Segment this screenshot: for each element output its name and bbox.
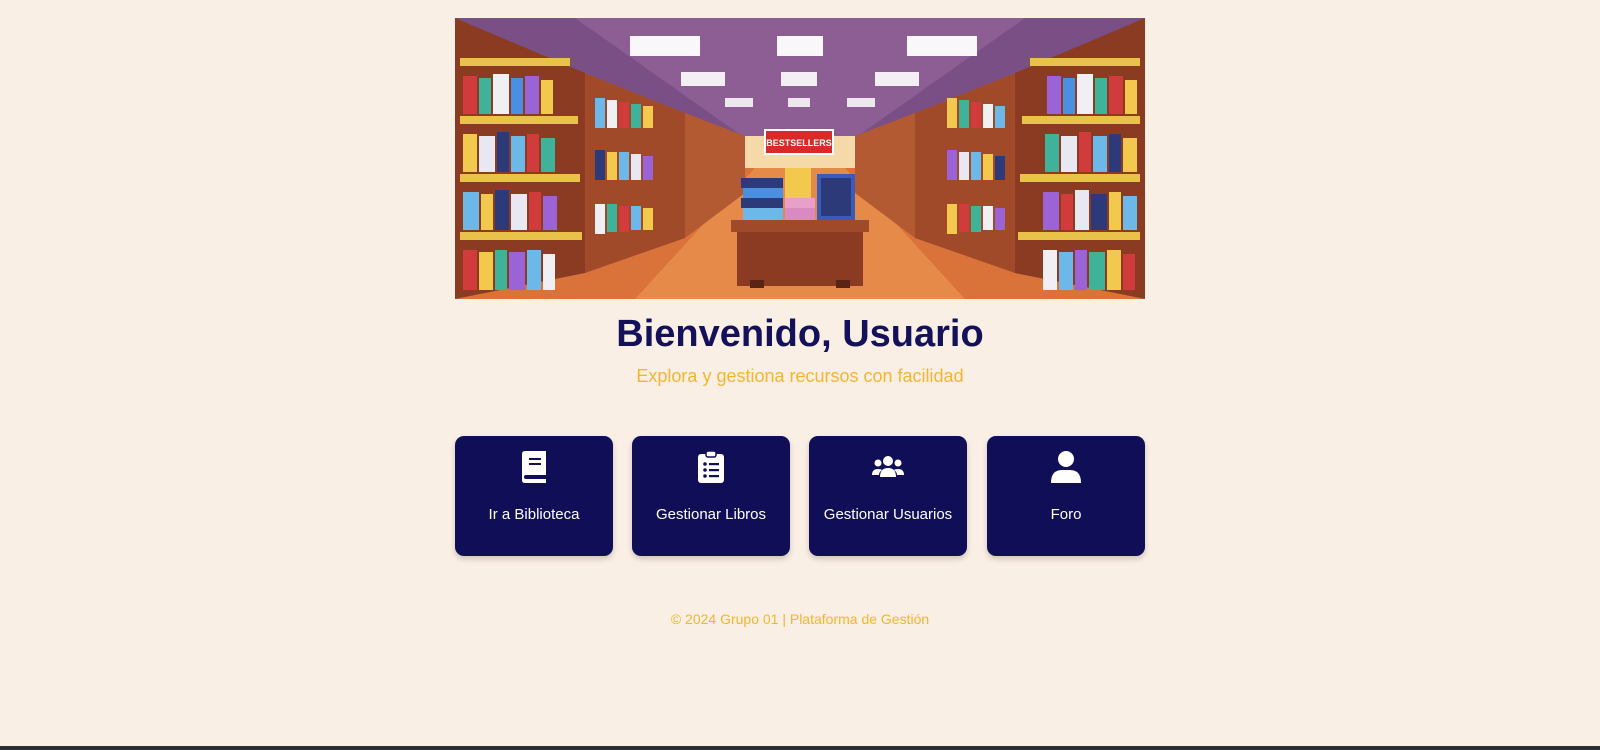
- forum-button[interactable]: Foro: [987, 436, 1145, 556]
- clipboard-list-icon: [632, 450, 790, 484]
- manage-books-label: Gestionar Libros: [655, 506, 767, 523]
- forum-label: Foro: [1050, 506, 1082, 523]
- manage-books-button[interactable]: Gestionar Libros: [632, 436, 790, 556]
- footer-copyright: © 2024 Grupo 01 | Plataforma de Gestión: [670, 611, 930, 627]
- user-icon: [987, 450, 1145, 484]
- manage-users-label: Gestionar Usuarios: [823, 506, 953, 523]
- page-title: Bienvenido, Usuario: [616, 313, 984, 355]
- bestsellers-sign-text: BESTSELLERS: [766, 138, 832, 148]
- manage-users-button[interactable]: Gestionar Usuarios: [809, 436, 967, 556]
- book-icon: [455, 450, 613, 484]
- users-icon: [809, 450, 967, 484]
- bookstore-banner-image: BESTSELLERS: [455, 18, 1145, 299]
- go-to-library-button[interactable]: Ir a Biblioteca: [455, 436, 613, 556]
- page-subtitle: Explora y gestiona recursos con facilida…: [636, 366, 964, 386]
- taskbar-edge: [0, 746, 1600, 750]
- go-to-library-label: Ir a Biblioteca: [488, 506, 580, 523]
